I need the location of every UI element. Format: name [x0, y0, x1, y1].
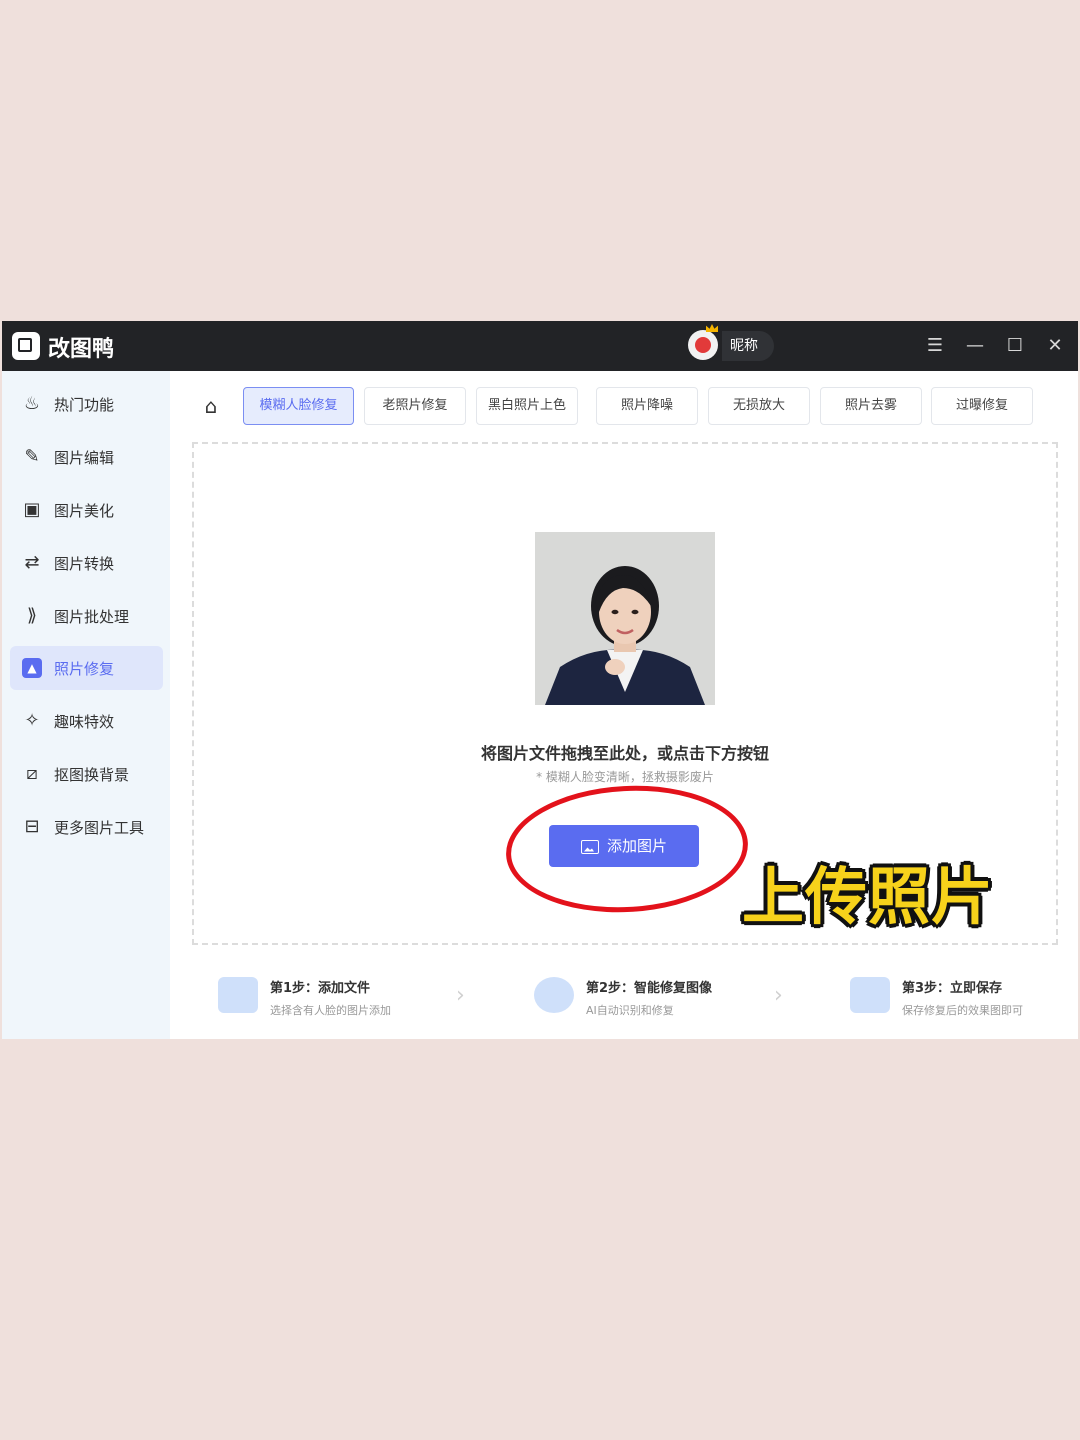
- sidebar-item-label: 热门功能: [54, 396, 115, 414]
- tab-overexposure-repair[interactable]: 过曝修复: [931, 387, 1033, 425]
- sidebar-item-label: 图片美化: [54, 502, 115, 520]
- crown-icon: [706, 324, 718, 332]
- chevron-right-icon: ›: [774, 983, 783, 1008]
- magic-wand-icon: ✧: [24, 710, 40, 731]
- step-3-desc: 保存修复后的效果图即可: [902, 1004, 1023, 1017]
- minimize-icon[interactable]: —: [960, 331, 990, 361]
- tab-dehaze[interactable]: 照片去雾: [820, 387, 922, 425]
- chevron-right-icon: ›: [456, 983, 465, 1008]
- photo-repair-icon: ▲: [22, 658, 42, 678]
- sample-portrait-image: [535, 532, 715, 705]
- sidebar: ♨ 热门功能 ✎ 图片编辑 ▣ 图片美化 ⇄ 图片转换 ⟫ 图片批处理 ▲ 照片…: [2, 371, 170, 1039]
- sidebar-item-label: 图片编辑: [54, 449, 115, 467]
- annotation-upload-label: 上传照片: [742, 860, 995, 933]
- maximize-icon[interactable]: ☐: [1000, 331, 1030, 361]
- step-2-title: 第2步：智能修复图像: [586, 981, 713, 996]
- sidebar-item-photo-repair[interactable]: ▲ 照片修复: [10, 646, 163, 690]
- user-avatar[interactable]: [688, 330, 718, 360]
- step-3-title: 第3步：立即保存: [902, 981, 1003, 996]
- sidebar-item-more-tools[interactable]: ⊟ 更多图片工具: [10, 805, 163, 849]
- sidebar-item-label: 更多图片工具: [54, 819, 145, 837]
- image-beautify-icon: ▣: [23, 499, 41, 520]
- portrait-illustration: [535, 532, 715, 705]
- save-image-icon: [850, 977, 890, 1013]
- drop-instruction: 将图片文件拖拽至此处，或点击下方按钮: [480, 744, 769, 763]
- sidebar-item-effects[interactable]: ✧ 趣味特效: [10, 699, 163, 743]
- home-icon[interactable]: ⌂: [200, 395, 222, 417]
- sidebar-item-image-convert[interactable]: ⇄ 图片转换: [10, 541, 163, 585]
- sidebar-item-hot[interactable]: ♨ 热门功能: [10, 382, 163, 426]
- tab-colorize[interactable]: 黑白照片上色: [476, 387, 578, 425]
- sidebar-item-label: 趣味特效: [54, 713, 115, 731]
- image-convert-icon: ⇄: [24, 552, 40, 573]
- sidebar-item-label: 图片批处理: [54, 608, 130, 626]
- nickname-button[interactable]: 昵称: [722, 331, 774, 361]
- tab-denoise[interactable]: 照片降噪: [596, 387, 698, 425]
- step-1-title: 第1步：添加文件: [270, 981, 371, 996]
- sidebar-item-cutout[interactable]: ⧄ 抠图换背景: [10, 752, 163, 796]
- tab-old-photo-repair[interactable]: 老照片修复: [364, 387, 466, 425]
- menu-icon[interactable]: ☰: [920, 331, 950, 361]
- image-edit-icon: ✎: [24, 446, 40, 467]
- gear-icon: [534, 977, 574, 1013]
- step-1-desc: 选择含有人脸的图片添加: [270, 1004, 391, 1017]
- step-2-desc: AI自动识别和修复: [586, 1004, 674, 1017]
- fire-icon: ♨: [23, 393, 41, 414]
- sidebar-item-image-edit[interactable]: ✎ 图片编辑: [10, 435, 163, 479]
- sidebar-item-label: 抠图换背景: [54, 766, 130, 784]
- app-logo-icon: [12, 332, 40, 360]
- tab-blur-face-repair[interactable]: 模糊人脸修复: [243, 387, 354, 425]
- drop-hint: * 模糊人脸变清晰，拯救摄影废片: [536, 770, 714, 784]
- title-bar: 改图鸭 昵称 ☰ — ☐ ✕: [2, 321, 1078, 371]
- cutout-icon: ⧄: [26, 763, 38, 784]
- app-title: 改图鸭: [48, 337, 115, 362]
- tab-upscale[interactable]: 无损放大: [708, 387, 810, 425]
- sidebar-item-label: 照片修复: [54, 660, 115, 678]
- sidebar-item-batch[interactable]: ⟫ 图片批处理: [10, 594, 163, 638]
- sidebar-item-label: 图片转换: [54, 555, 115, 573]
- add-file-step-icon: [218, 977, 258, 1013]
- sidebar-item-image-beautify[interactable]: ▣ 图片美化: [10, 488, 163, 532]
- close-icon[interactable]: ✕: [1040, 331, 1070, 361]
- batch-icon: ⟫: [26, 605, 37, 626]
- toolbox-icon: ⊟: [24, 816, 40, 837]
